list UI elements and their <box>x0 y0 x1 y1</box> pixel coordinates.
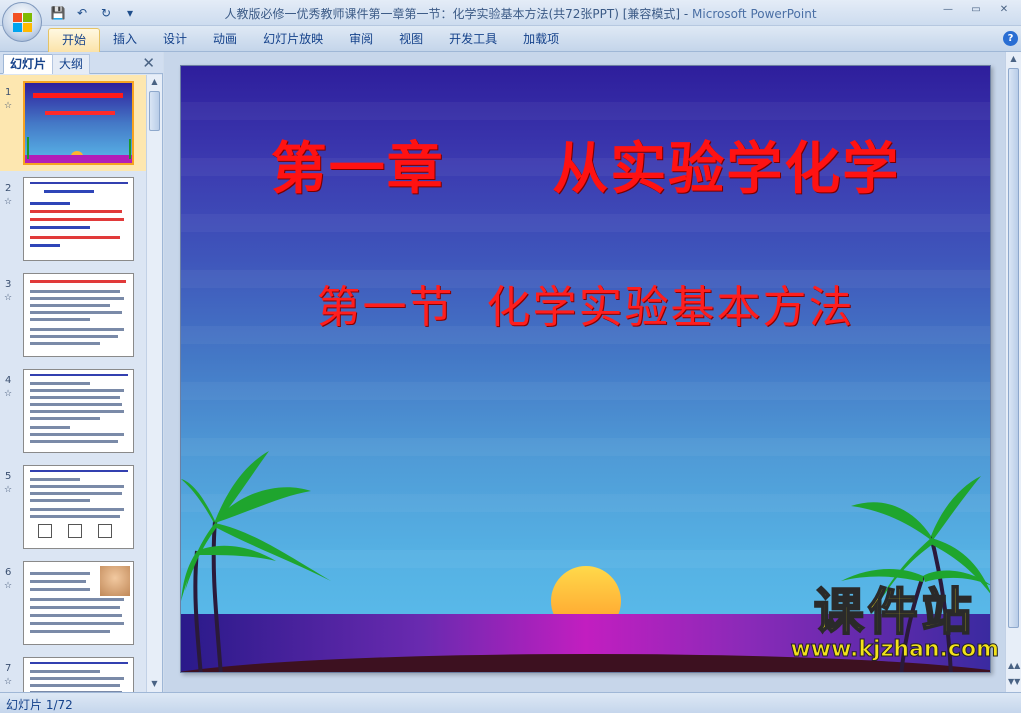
thumbnail-list: 1 ☆ 2 ☆ 3 ☆ 4 ☆ 5 ☆ 6 ☆ 7 ☆ <box>0 75 146 692</box>
app-name: Microsoft PowerPoint <box>692 7 817 21</box>
office-button[interactable] <box>2 2 42 42</box>
scroll-thumb[interactable] <box>149 91 160 131</box>
slide-number: 5 <box>5 471 12 482</box>
thumbnail-scrollbar[interactable]: ▲ ▼ <box>146 75 162 692</box>
thumb-photo-mark <box>100 566 130 596</box>
close-pane-icon[interactable]: ✕ <box>142 54 155 72</box>
slide-scrollbar[interactable]: ▲ ▲▲ ▼▼ <box>1005 52 1021 692</box>
slide-thumbnail[interactable] <box>23 465 134 549</box>
slide-thumbnail[interactable] <box>23 81 134 165</box>
animation-star-icon: ☆ <box>4 581 13 591</box>
thumb-diagram-mark <box>68 524 82 538</box>
animation-star-icon: ☆ <box>4 197 13 207</box>
slide-number: 6 <box>5 567 12 578</box>
tab-view[interactable]: 视图 <box>386 28 436 52</box>
slide-thumbnail[interactable] <box>23 369 134 453</box>
title-bar: 💾 ↶ ↻ ▾ 人教版必修一优秀教师课件第一章第一节：化学实验基本方法(共72张… <box>0 0 1021 26</box>
slides-pane: 幻灯片 大纲 ✕ 1 ☆ 2 ☆ 3 ☆ 4 ☆ 5 ☆ 6 ☆ 7 ☆ ▲ ▼ <box>0 52 163 692</box>
slide-subtitle[interactable]: 第一节 化学实验基本方法 <box>181 271 990 335</box>
tab-outline[interactable]: 大纲 <box>52 54 91 74</box>
slide-thumbnail[interactable] <box>23 177 134 261</box>
ribbon: 开始 插入 设计 动画 幻灯片放映 审阅 视图 开发工具 加载项 ? <box>0 26 1021 52</box>
maximize-button[interactable]: ▭ <box>965 3 987 17</box>
window-controls: — ▭ ✕ <box>937 3 1015 17</box>
tab-review[interactable]: 审阅 <box>336 28 386 52</box>
thumb-diagram-mark <box>38 524 52 538</box>
slide-number: 3 <box>5 279 12 290</box>
minimize-button[interactable]: — <box>937 3 959 17</box>
slide-editor: 第一章 从实验学化学 第一节 化学实验基本方法 课件站 www.kjzhan.c… <box>164 52 1021 692</box>
slide-thumbnail-row[interactable]: 5 ☆ <box>0 459 146 555</box>
thumb-water-mark <box>25 155 132 163</box>
slide-number: 4 <box>5 375 12 386</box>
slide-thumbnail-row[interactable]: 6 ☆ <box>0 555 146 651</box>
tab-slides[interactable]: 幻灯片 <box>3 54 54 74</box>
office-logo-icon <box>13 13 33 33</box>
animation-star-icon: ☆ <box>4 677 13 687</box>
animation-star-icon: ☆ <box>4 101 13 111</box>
thumb-subtitle-mark <box>45 111 115 115</box>
slide-thumbnail-row[interactable]: 4 ☆ <box>0 363 146 459</box>
animation-star-icon: ☆ <box>4 293 13 303</box>
thumb-palm-mark <box>27 137 37 159</box>
slide-thumbnail-row[interactable]: 1 ☆ <box>0 75 146 171</box>
scroll-down-icon[interactable]: ▼ <box>149 679 160 690</box>
pane-tabs: 幻灯片 大纲 ✕ <box>0 52 163 74</box>
tab-insert[interactable]: 插入 <box>100 28 150 52</box>
slide-number: 1 <box>5 87 12 98</box>
slide-thumbnail-row[interactable]: 7 ☆ <box>0 651 146 692</box>
slide-number: 7 <box>5 663 12 674</box>
status-bar: 幻灯片 1/72 <box>0 692 1021 713</box>
tab-addins[interactable]: 加载项 <box>510 28 572 52</box>
thumb-diagram-mark <box>98 524 112 538</box>
previous-slide-icon[interactable]: ▲▲ <box>1008 661 1020 670</box>
scroll-thumb[interactable] <box>1008 68 1019 628</box>
window-title: 人教版必修一优秀教师课件第一章第一节：化学实验基本方法(共72张PPT) [兼容… <box>0 5 1021 22</box>
current-slide[interactable]: 第一章 从实验学化学 第一节 化学实验基本方法 <box>180 65 991 673</box>
scroll-up-icon[interactable]: ▲ <box>1008 54 1019 63</box>
slide-counter: 幻灯片 1/72 <box>6 698 73 712</box>
watermark-logo: 课件站 <box>813 583 976 641</box>
animation-star-icon: ☆ <box>4 485 13 495</box>
animation-star-icon: ☆ <box>4 389 13 399</box>
slide-thumbnail-row[interactable]: 2 ☆ <box>0 171 146 267</box>
tab-home[interactable]: 开始 <box>48 28 101 52</box>
tab-design[interactable]: 设计 <box>150 28 200 52</box>
slide-thumbnail-row[interactable]: 3 ☆ <box>0 267 146 363</box>
scroll-up-icon[interactable]: ▲ <box>149 77 160 88</box>
watermark-url: www.kjzhan.com <box>790 637 1000 663</box>
ribbon-tabs: 开始 插入 设计 动画 幻灯片放映 审阅 视图 开发工具 加载项 <box>48 28 572 52</box>
tab-animations[interactable]: 动画 <box>200 28 250 52</box>
slide-number: 2 <box>5 183 12 194</box>
tab-developer[interactable]: 开发工具 <box>436 28 510 52</box>
slide-title[interactable]: 第一章 从实验学化学 <box>181 124 990 205</box>
next-slide-icon[interactable]: ▼▼ <box>1008 677 1020 686</box>
close-button[interactable]: ✕ <box>993 3 1015 17</box>
thumb-palm-mark <box>121 139 131 159</box>
thumb-title-mark <box>33 93 123 98</box>
slide-thumbnail[interactable] <box>23 657 134 692</box>
watermark: 课件站 www.kjzhan.com <box>790 583 1000 663</box>
slide-thumbnail[interactable] <box>23 561 134 645</box>
palm-tree-left <box>181 451 331 672</box>
help-icon[interactable]: ? <box>1003 31 1018 46</box>
slide-thumbnail[interactable] <box>23 273 134 357</box>
tab-slideshow[interactable]: 幻灯片放映 <box>250 28 336 52</box>
document-title: 人教版必修一优秀教师课件第一章第一节：化学实验基本方法(共72张PPT) [兼容… <box>224 7 693 21</box>
